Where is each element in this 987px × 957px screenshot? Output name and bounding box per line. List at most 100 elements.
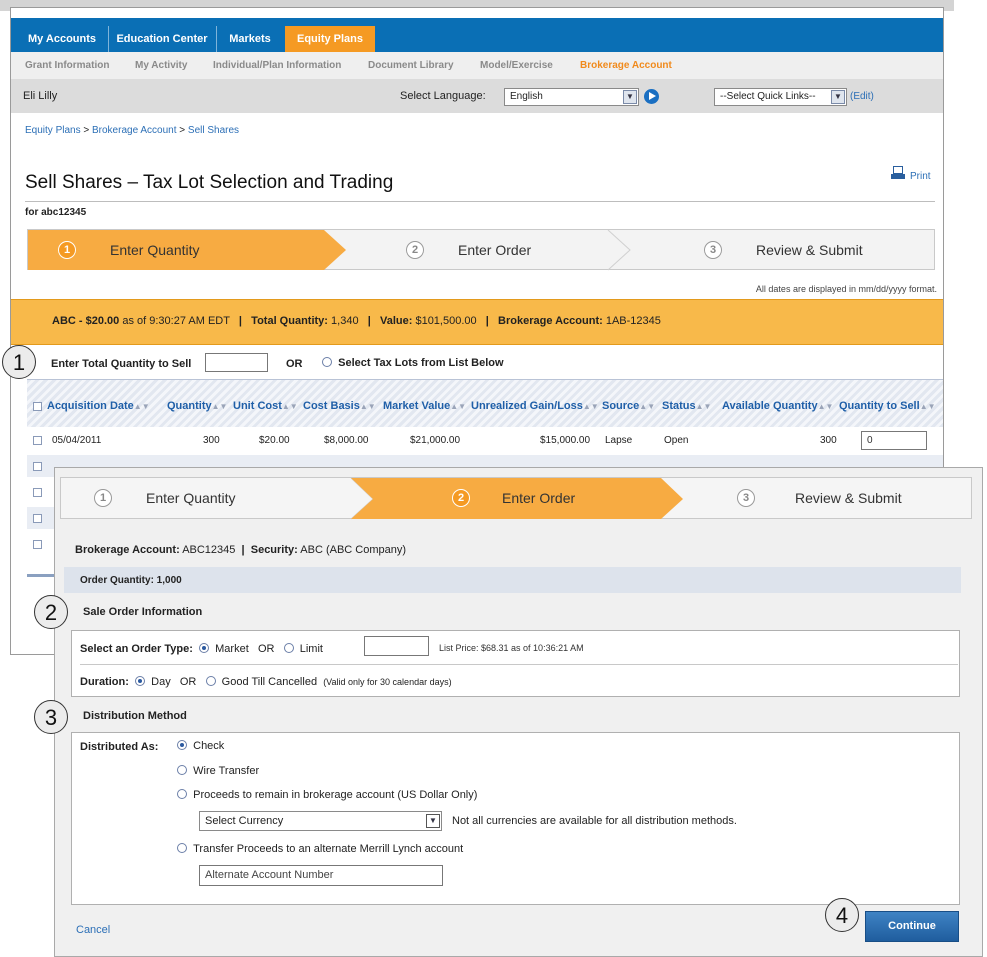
summary-total-quantity-label: Total Quantity: <box>251 315 328 327</box>
progress-steps: 1 Enter Quantity 2 Enter Order 3 Review … <box>60 477 972 520</box>
step-3-number: 3 <box>737 489 755 507</box>
go-icon[interactable] <box>644 89 659 104</box>
language-select[interactable]: English ▼ <box>504 88 639 106</box>
row-checkbox[interactable] <box>33 488 42 497</box>
subnav-document-library[interactable]: Document Library <box>368 60 454 71</box>
limit-label: Limit <box>299 643 323 655</box>
language-label: Select Language: <box>400 90 486 102</box>
tab-my-accounts[interactable]: My Accounts <box>17 26 107 52</box>
col-unit-cost[interactable]: Unit Cost▲▼ <box>233 400 298 412</box>
check-radio[interactable] <box>177 740 187 750</box>
step-1-label: Enter Quantity <box>110 242 200 258</box>
option-remain-in-account[interactable]: Proceeds to remain in brokerage account … <box>177 789 477 801</box>
col-market-value[interactable]: Market Value▲▼ <box>383 400 466 412</box>
total-quantity-input[interactable] <box>205 353 268 372</box>
breadcrumb-brokerage-account[interactable]: Brokerage Account <box>92 125 177 136</box>
remain-in-account-radio[interactable] <box>177 789 187 799</box>
breadcrumb-separator: > <box>83 125 90 136</box>
chevron-down-icon: ▼ <box>831 90 845 104</box>
order-security-label: Security: <box>250 544 298 556</box>
col-available-quantity[interactable]: Available Quantity▲▼ <box>722 400 833 412</box>
col-acquisition-date[interactable]: Acquisition Date▲▼ <box>47 400 150 412</box>
summary-divider: | <box>367 315 371 327</box>
tax-lot-label: Select Tax Lots from List Below <box>338 357 504 369</box>
summary-total-quantity: 1,340 <box>331 315 359 327</box>
tax-lot-radio[interactable] <box>322 357 332 367</box>
quick-links-select[interactable]: --Select Quick Links-- ▼ <box>714 88 847 106</box>
summary-value: $101,500.00 <box>415 315 477 327</box>
tab-education-center[interactable]: Education Center <box>109 26 215 52</box>
row-checkbox[interactable] <box>33 462 42 471</box>
print-link[interactable]: Print <box>910 171 931 182</box>
cell-gain: $15,000.00 <box>540 435 591 446</box>
step-1-number: 1 <box>94 489 112 507</box>
breadcrumb-equity-plans[interactable]: Equity Plans <box>25 125 81 136</box>
cancel-link[interactable]: Cancel <box>76 924 110 936</box>
order-brokerage-value: ABC12345 <box>182 544 236 556</box>
cell-source: Lapse <box>605 435 633 446</box>
for-account-label: for abc12345 <box>25 207 87 218</box>
breadcrumb-separator: > <box>179 125 186 136</box>
cell-cost-basis: $8,000.00 <box>324 435 369 446</box>
quick-links-value: --Select Quick Links-- <box>720 91 816 102</box>
limit-price-input[interactable] <box>364 636 429 656</box>
or-label: OR <box>257 643 275 655</box>
cell-date: 05/04/2011 <box>52 435 102 446</box>
row-checkbox[interactable] <box>33 436 42 445</box>
currency-select[interactable]: Select Currency ▼ <box>199 811 442 831</box>
breadcrumb: Equity Plans > Brokerage Account > Sell … <box>25 125 239 136</box>
row-checkbox[interactable] <box>33 540 42 549</box>
subnav-individual-plan-information[interactable]: Individual/Plan Information <box>213 60 341 71</box>
gtc-note: (Valid only for 30 calendar days) <box>323 677 452 687</box>
list-price: List Price: $68.31 as of 10:36:21 AM <box>439 643 584 653</box>
wire-transfer-radio[interactable] <box>177 765 187 775</box>
duration-label: Duration: <box>80 676 129 688</box>
cell-available: 300 <box>820 435 837 446</box>
remain-in-account-label: Proceeds to remain in brokerage account … <box>193 789 478 801</box>
tab-markets[interactable]: Markets <box>217 26 283 52</box>
quantity-to-sell-input[interactable]: 0 <box>861 431 927 450</box>
divider <box>80 664 958 665</box>
select-all-checkbox[interactable] <box>33 402 42 411</box>
market-label: Market <box>215 643 249 655</box>
day-radio[interactable] <box>135 676 146 686</box>
subnav-model-exercise[interactable]: Model/Exercise <box>480 60 553 71</box>
limit-radio[interactable] <box>283 643 294 653</box>
subnav-grant-information[interactable]: Grant Information <box>25 60 109 71</box>
gtc-radio[interactable] <box>205 676 216 686</box>
enter-order-window: 1 Enter Quantity 2 Enter Order 3 Review … <box>54 467 983 957</box>
callout-1: 1 <box>2 345 36 379</box>
cell-market-value: $21,000.00 <box>410 435 461 446</box>
alternate-account-label: Transfer Proceeds to an alternate Merril… <box>193 843 464 855</box>
continue-button[interactable]: Continue <box>865 911 959 942</box>
col-status[interactable]: Status▲▼ <box>662 400 711 412</box>
summary-divider: | <box>485 315 489 327</box>
day-label: Day <box>151 676 171 688</box>
order-quantity: Order Quantity: 1,000 <box>80 575 182 586</box>
alternate-account-radio[interactable] <box>177 843 187 853</box>
order-divider: | <box>241 544 245 556</box>
col-quantity[interactable]: Quantity▲▼ <box>167 400 227 412</box>
col-unrealized-gain-loss[interactable]: Unrealized Gain/Loss▲▼ <box>471 400 599 412</box>
subnav-brokerage-account[interactable]: Brokerage Account <box>580 60 672 71</box>
alternate-account-input[interactable]: Alternate Account Number <box>199 865 443 886</box>
step-1-label: Enter Quantity <box>146 490 236 506</box>
chevron-down-icon: ▼ <box>426 814 440 828</box>
order-account-line: Brokerage Account: ABC12345 | Security: … <box>75 544 406 556</box>
option-alternate-account[interactable]: Transfer Proceeds to an alternate Merril… <box>177 843 463 855</box>
subnav-my-activity[interactable]: My Activity <box>135 60 187 71</box>
print-icon[interactable] <box>891 166 905 180</box>
option-wire-transfer[interactable]: Wire Transfer <box>177 765 259 777</box>
col-source[interactable]: Source▲▼ <box>602 400 655 412</box>
breadcrumb-sell-shares[interactable]: Sell Shares <box>188 125 239 136</box>
edit-link[interactable]: (Edit) <box>850 91 874 102</box>
page-title: Sell Shares – Tax Lot Selection and Trad… <box>25 172 394 193</box>
tax-lot-option[interactable]: Select Tax Lots from List Below <box>322 357 504 369</box>
col-cost-basis[interactable]: Cost Basis▲▼ <box>303 400 376 412</box>
summary-divider: | <box>238 315 242 327</box>
row-checkbox[interactable] <box>33 514 42 523</box>
market-radio[interactable] <box>199 643 210 653</box>
col-quantity-to-sell[interactable]: Quantity to Sell▲▼ <box>839 400 936 412</box>
option-check[interactable]: Check <box>177 740 224 752</box>
tab-equity-plans[interactable]: Equity Plans <box>285 26 375 52</box>
